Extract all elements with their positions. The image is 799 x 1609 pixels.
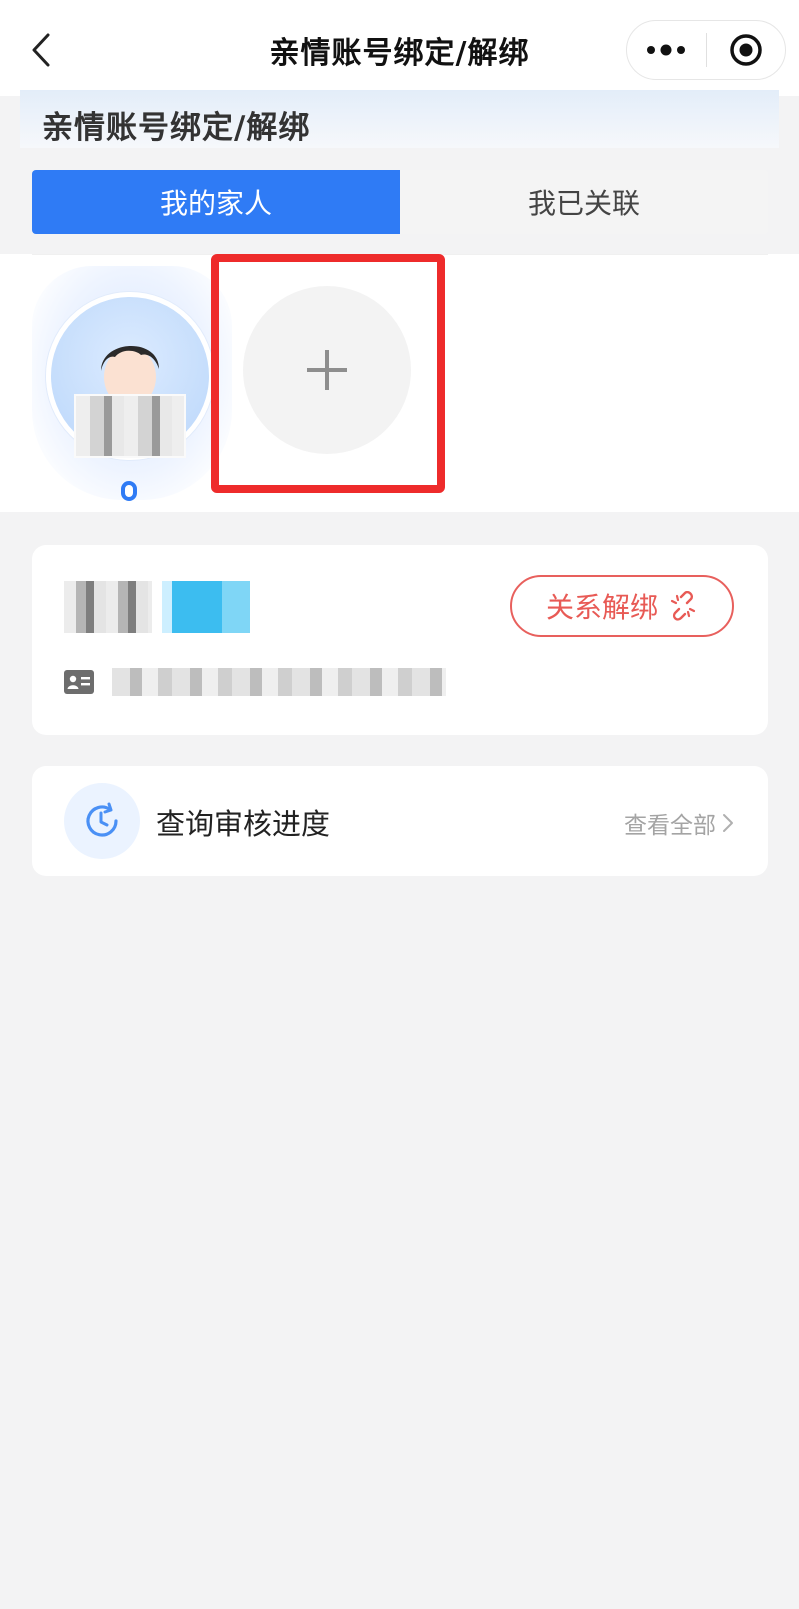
family-members-area bbox=[0, 254, 799, 512]
navigation-bar: 亲情账号绑定/解绑 bbox=[0, 0, 799, 96]
record-target-icon bbox=[730, 34, 762, 66]
view-all-label: 查看全部 bbox=[624, 813, 716, 839]
hero-title: 亲情账号绑定/解绑 bbox=[42, 110, 311, 146]
tab-my-family[interactable]: 我的家人 bbox=[32, 170, 400, 234]
unbind-label: 关系解绑 bbox=[545, 591, 658, 624]
member-name-redacted bbox=[64, 581, 152, 633]
close-miniprogram-button[interactable] bbox=[707, 20, 786, 80]
more-dots-icon bbox=[647, 44, 686, 56]
member-info-card: 关系解绑 bbox=[32, 545, 768, 735]
progress-icon-container bbox=[64, 783, 140, 859]
view-all-link[interactable]: 查看全部 bbox=[624, 806, 734, 840]
unbind-relation-button[interactable]: 关系解绑 bbox=[510, 575, 734, 637]
query-review-progress-row[interactable]: 查询审核进度 查看全部 bbox=[32, 766, 768, 876]
id-card-icon bbox=[64, 670, 94, 694]
member-id-number bbox=[112, 668, 446, 696]
clock-refresh-icon bbox=[86, 802, 118, 837]
tab-bar: 我的家人 我已关联 bbox=[32, 170, 768, 234]
more-button[interactable] bbox=[627, 20, 706, 80]
highlight-annotation-box bbox=[211, 254, 445, 493]
selected-indicator bbox=[121, 481, 137, 501]
broken-link-icon bbox=[670, 591, 696, 621]
member-name bbox=[74, 394, 186, 458]
chevron-right-icon bbox=[723, 814, 733, 832]
hero-banner: 亲情账号绑定/解绑 bbox=[20, 90, 779, 148]
progress-label: 查询审核进度 bbox=[156, 807, 331, 841]
mini-program-capsule bbox=[626, 20, 786, 80]
tab-linked[interactable]: 我已关联 bbox=[400, 170, 768, 234]
member-relation-tag bbox=[162, 581, 250, 633]
